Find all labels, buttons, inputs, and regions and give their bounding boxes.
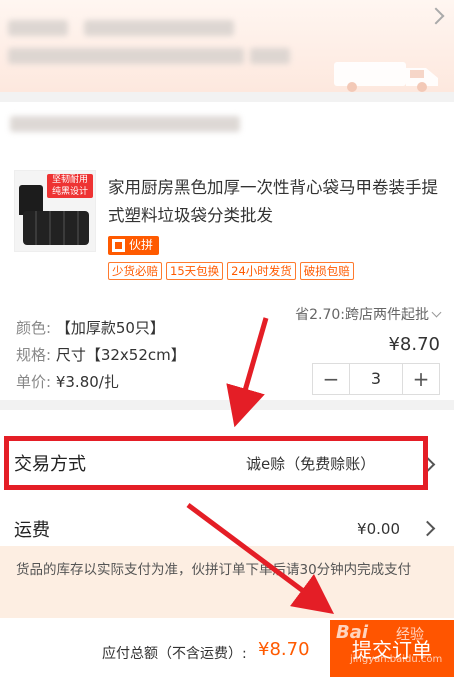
stock-notice: 货品的库存以实际支付为准，伙拼订单下单后请30分钟内完成支付 (0, 546, 454, 618)
spec-value: 尺寸【32x52cm】 (55, 346, 186, 364)
chevron-right-icon[interactable] (427, 7, 445, 25)
service-tag: 少货必赔 (108, 262, 162, 280)
item-price: ¥8.70 (388, 334, 440, 355)
chevron-down-icon (431, 307, 442, 317)
spec-row-unit-price: 单价: ¥3.80/扎 (16, 369, 186, 396)
spec-label: 颜色: (16, 319, 52, 337)
product-image[interactable]: 坚韧耐用 纯黑设计 (14, 170, 96, 252)
spec-list: 颜色: 【加厚款50只】 规格: 尺寸【32x52cm】 单价: ¥3.80/扎 (16, 315, 186, 396)
product-title[interactable]: 家用厨房黑色加厚一次性背心袋马甲卷装手提式塑料垃圾袋分类批发 (108, 174, 444, 230)
promo-tag: 伙拼 (108, 236, 160, 255)
shipping-fee-label: 运费 (14, 520, 50, 541)
checkout-bar: 应付总额（不含运费）: ¥8.70 提交订单 (0, 618, 454, 677)
shipping-fee-row[interactable]: 运费 ¥0.00 (0, 502, 454, 546)
service-tags: 少货必赔 15天包换 24小时发货 破损包赔 (108, 262, 354, 280)
decrease-button[interactable]: − (313, 364, 349, 394)
spec-label: 单价: (16, 373, 52, 391)
address-card[interactable] (0, 0, 454, 92)
blurred-phone (84, 20, 234, 36)
truck-icon (334, 62, 438, 92)
spec-row-size: 规格: 尺寸【32x52cm】 (16, 342, 186, 369)
bag-rolls-illustration (23, 211, 89, 245)
image-badge: 坚韧耐用 纯黑设计 (47, 174, 93, 198)
total-label: 应付总额（不含运费）: (102, 646, 247, 662)
quantity-stepper: − 3 + (312, 363, 440, 395)
service-tag: 破损包赔 (299, 262, 354, 280)
notice-text: 货品的库存以实际支付为准，伙拼订单下单后请30分钟内完成支付 (16, 562, 412, 578)
product-card: 坚韧耐用 纯黑设计 家用厨房黑色加厚一次性背心袋马甲卷装手提式塑料垃圾袋分类批发… (0, 102, 454, 400)
spec-value: 【加厚款50只】 (55, 319, 165, 337)
image-badge-line: 坚韧耐用 (51, 175, 88, 185)
blurred-address-tail (250, 48, 290, 64)
service-tag: 24小时发货 (227, 262, 296, 280)
blurred-shop-name (10, 116, 240, 132)
chevron-right-icon (419, 520, 436, 537)
spec-value: ¥3.80/扎 (55, 373, 119, 391)
blurred-address (8, 48, 244, 64)
savings-info[interactable]: 省2.70:跨店两件起批 (295, 304, 442, 324)
annotation-highlight-box (4, 436, 428, 490)
quantity-input[interactable]: 3 (349, 364, 403, 394)
spec-label: 规格: (16, 346, 52, 364)
savings-text: 省2.70:跨店两件起批 (295, 307, 429, 323)
spec-row-color: 颜色: 【加厚款50只】 (16, 315, 186, 342)
blurred-recipient (8, 20, 68, 36)
promo-icon (112, 239, 125, 252)
shipping-fee-value: ¥0.00 (357, 520, 400, 538)
promo-tag-label: 伙拼 (129, 238, 154, 252)
order-confirm-page: 坚韧耐用 纯黑设计 家用厨房黑色加厚一次性背心袋马甲卷装手提式塑料垃圾袋分类批发… (0, 0, 454, 677)
service-tag: 15天包换 (166, 262, 224, 280)
increase-button[interactable]: + (403, 364, 439, 394)
total-value: ¥8.70 (258, 639, 310, 660)
submit-order-button[interactable]: 提交订单 (330, 620, 454, 677)
image-badge-line: 纯黑设计 (51, 187, 88, 197)
